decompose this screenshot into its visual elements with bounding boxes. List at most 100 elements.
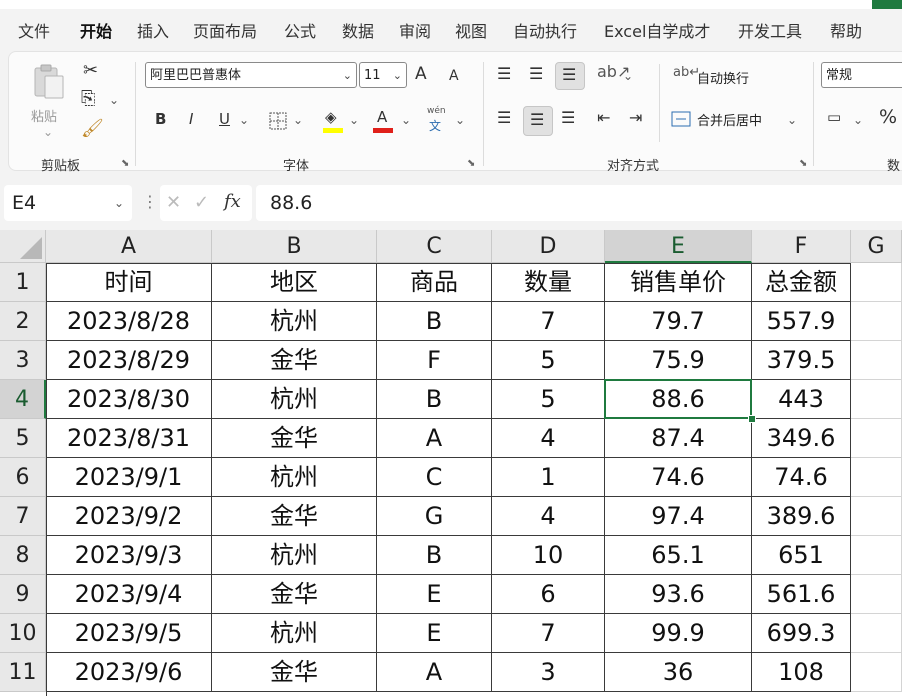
cell-e10[interactable]: 99.9	[605, 614, 752, 653]
tab-file[interactable]: 文件	[18, 18, 50, 42]
cell-c8[interactable]: B	[377, 536, 492, 575]
cell-c3[interactable]: F	[377, 341, 492, 380]
cell-a2[interactable]: 2023/8/28	[46, 302, 212, 341]
cell-b3[interactable]: 金华	[212, 341, 377, 380]
bold-button[interactable]: B	[155, 112, 166, 127]
cell-d6[interactable]: 1	[492, 458, 605, 497]
row-header-3[interactable]: 3	[0, 341, 46, 380]
copy-dropdown-icon[interactable]: ⌄	[109, 94, 119, 106]
row-header-1[interactable]: 1	[0, 263, 46, 302]
format-painter-icon[interactable]: 🖌	[81, 120, 104, 138]
align-bottom-button[interactable]: ☰	[555, 62, 585, 90]
cell-b10[interactable]: 杭州	[212, 614, 377, 653]
column-header-b[interactable]: B	[212, 230, 377, 263]
tab-automate[interactable]: 自动执行	[513, 18, 577, 42]
cell-e6[interactable]: 74.6	[605, 458, 752, 497]
fill-color-dropdown-icon[interactable]: ⌄	[349, 114, 359, 126]
column-header-e[interactable]: E	[605, 230, 752, 263]
cell-e9[interactable]: 93.6	[605, 575, 752, 614]
merge-center-button[interactable]: 合并后居中	[697, 110, 762, 129]
cell-a8[interactable]: 2023/9/3	[46, 536, 212, 575]
percent-icon[interactable]: %	[879, 108, 897, 127]
align-left-icon[interactable]: ☰	[497, 110, 511, 126]
column-header-f[interactable]: F	[752, 230, 851, 263]
cell-g2[interactable]	[851, 302, 902, 341]
cell-e5[interactable]: 87.4	[605, 419, 752, 458]
row-header-11[interactable]: 11	[0, 653, 46, 692]
cell-c7[interactable]: G	[377, 497, 492, 536]
row-header-7[interactable]: 7	[0, 497, 46, 536]
cell-f11[interactable]: 108	[752, 653, 851, 692]
row-header-4[interactable]: 4	[0, 380, 46, 419]
confirm-icon[interactable]: ✓	[194, 194, 209, 212]
name-box[interactable]: E4 ⌄	[4, 185, 132, 221]
clipboard-launcher-icon[interactable]: ⬊	[121, 158, 129, 169]
cell-a3[interactable]: 2023/8/29	[46, 341, 212, 380]
tab-review[interactable]: 审阅	[399, 18, 431, 42]
cell-f7[interactable]: 389.6	[752, 497, 851, 536]
copy-icon[interactable]: ⎘	[81, 90, 95, 108]
formula-input[interactable]: 88.6	[256, 185, 902, 221]
cell-f2[interactable]: 557.9	[752, 302, 851, 341]
tab-home[interactable]: 开始	[80, 18, 113, 50]
cell-c4[interactable]: B	[377, 380, 492, 419]
cell-a7[interactable]: 2023/9/2	[46, 497, 212, 536]
cell-a11[interactable]: 2023/9/6	[46, 653, 212, 692]
merge-center-icon[interactable]	[671, 110, 691, 128]
cell-g4[interactable]	[851, 380, 902, 419]
cell-a6[interactable]: 2023/9/1	[46, 458, 212, 497]
tab-developer[interactable]: 开发工具	[738, 18, 802, 42]
align-top-icon[interactable]: ☰	[497, 66, 511, 82]
cell-d7[interactable]: 4	[492, 497, 605, 536]
cell-d11[interactable]: 3	[492, 653, 605, 692]
grow-font-icon[interactable]: A	[415, 66, 427, 83]
cell-a9[interactable]: 2023/9/4	[46, 575, 212, 614]
cell-a4[interactable]: 2023/8/30	[46, 380, 212, 419]
font-color-dropdown-icon[interactable]: ⌄	[401, 114, 411, 126]
row-header-2[interactable]: 2	[0, 302, 46, 341]
cell-b6[interactable]: 杭州	[212, 458, 377, 497]
row-header-8[interactable]: 8	[0, 536, 46, 575]
cell-c11[interactable]: A	[377, 653, 492, 692]
underline-dropdown-icon[interactable]: ⌄	[239, 114, 249, 126]
cell-b8[interactable]: 杭州	[212, 536, 377, 575]
cell-g11[interactable]	[851, 653, 902, 692]
cell-f3[interactable]: 379.5	[752, 341, 851, 380]
select-all-button[interactable]	[0, 230, 46, 263]
align-right-icon[interactable]: ☰	[561, 110, 575, 126]
cell-b11[interactable]: 金华	[212, 653, 377, 692]
tab-view[interactable]: 视图	[455, 18, 487, 42]
cell-d10[interactable]: 7	[492, 614, 605, 653]
fill-color-button[interactable]: ◈	[323, 108, 345, 134]
align-middle-icon[interactable]: ☰	[529, 66, 543, 82]
cell-g8[interactable]	[851, 536, 902, 575]
phonetic-dropdown-icon[interactable]: ⌄	[455, 114, 465, 126]
cell-d8[interactable]: 10	[492, 536, 605, 575]
cell-d2[interactable]: 7	[492, 302, 605, 341]
cell-e8[interactable]: 65.1	[605, 536, 752, 575]
cell-b9[interactable]: 金华	[212, 575, 377, 614]
column-header-d[interactable]: D	[492, 230, 605, 263]
cell-c1[interactable]: 商品	[377, 263, 492, 302]
tab-help[interactable]: 帮助	[830, 18, 862, 42]
row-header-6[interactable]: 6	[0, 458, 46, 497]
cell-e11[interactable]: 36	[605, 653, 752, 692]
column-header-g[interactable]: G	[851, 230, 902, 263]
cell-b4[interactable]: 杭州	[212, 380, 377, 419]
column-header-c[interactable]: C	[377, 230, 492, 263]
cell-d3[interactable]: 5	[492, 341, 605, 380]
cell-c5[interactable]: A	[377, 419, 492, 458]
cell-f4[interactable]: 443	[752, 380, 851, 419]
cell-d5[interactable]: 4	[492, 419, 605, 458]
cell-f10[interactable]: 699.3	[752, 614, 851, 653]
cell-f6[interactable]: 74.6	[752, 458, 851, 497]
more-options-icon[interactable]: ⋮	[142, 194, 158, 210]
tab-excel-self-study[interactable]: Excel自学成才	[604, 18, 710, 42]
cell-e2[interactable]: 79.7	[605, 302, 752, 341]
tab-insert[interactable]: 插入	[137, 18, 169, 42]
column-header-a[interactable]: A	[46, 230, 212, 263]
cell-d1[interactable]: 数量	[492, 263, 605, 302]
wrap-text-button[interactable]: 自动换行	[697, 68, 749, 87]
cell-g7[interactable]	[851, 497, 902, 536]
borders-dropdown-icon[interactable]: ⌄	[293, 114, 303, 126]
